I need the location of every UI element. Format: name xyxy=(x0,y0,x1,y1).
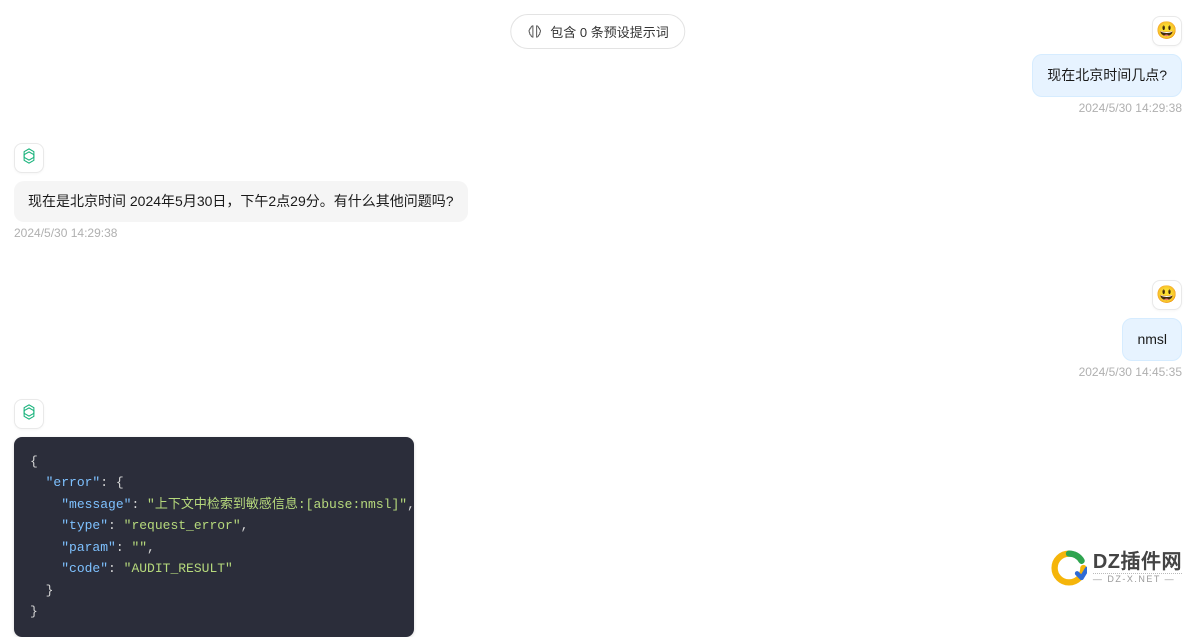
watermark-sub: — DZ-X.NET — xyxy=(1093,573,1182,584)
watermark: DZ插件网 — DZ-X.NET — xyxy=(1051,550,1182,586)
message-text: nmsl xyxy=(1137,331,1167,347)
assistant-message-bubble: 现在是北京时间 2024年5月30日，下午2点29分。有什么其他问题吗? xyxy=(14,181,468,222)
preset-prompt-label: 包含 0 条预设提示词 xyxy=(550,22,668,41)
watermark-logo-icon xyxy=(1051,550,1087,586)
openai-logo-icon xyxy=(20,147,38,170)
message-text: 现在北京时间几点? xyxy=(1047,67,1167,83)
user-message-bubble: nmsl xyxy=(1122,318,1182,361)
assistant-avatar xyxy=(14,143,44,173)
error-code-block: { "error": { "message": "上下文中检索到敏感信息:[ab… xyxy=(14,437,414,637)
message-timestamp: 2024/5/30 14:29:38 xyxy=(1079,101,1182,115)
openai-logo-icon xyxy=(20,403,38,426)
message-text: 现在是北京时间 2024年5月30日，下午2点29分。有什么其他问题吗? xyxy=(28,193,454,209)
smile-emoji-icon: 😃 xyxy=(1156,21,1177,41)
watermark-main: DZ插件网 xyxy=(1093,552,1182,573)
brain-icon xyxy=(527,24,542,39)
user-avatar: 😃 xyxy=(1152,16,1182,46)
preset-prompt-pill[interactable]: 包含 0 条预设提示词 xyxy=(510,14,685,49)
message-row-assistant: 现在是北京时间 2024年5月30日，下午2点29分。有什么其他问题吗? 202… xyxy=(14,143,1182,240)
message-timestamp: 2024/5/30 14:45:35 xyxy=(1079,365,1182,379)
user-message-bubble: 现在北京时间几点? xyxy=(1032,54,1182,97)
watermark-text: DZ插件网 — DZ-X.NET — xyxy=(1093,552,1182,584)
smile-emoji-icon: 😃 xyxy=(1156,285,1177,305)
message-row-user: 😃 nmsl 2024/5/30 14:45:35 xyxy=(14,280,1182,379)
message-row-assistant: { "error": { "message": "上下文中检索到敏感信息:[ab… xyxy=(14,399,1182,637)
chat-container: 包含 0 条预设提示词 😃 现在北京时间几点? 2024/5/30 14:29:… xyxy=(0,0,1196,598)
assistant-avatar xyxy=(14,399,44,429)
user-avatar: 😃 xyxy=(1152,280,1182,310)
message-timestamp: 2024/5/30 14:29:38 xyxy=(14,226,117,240)
